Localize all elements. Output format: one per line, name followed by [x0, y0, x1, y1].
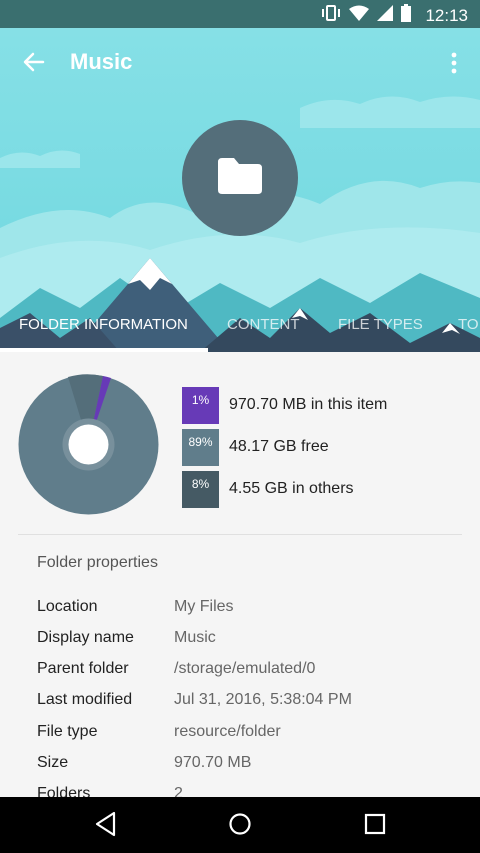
legend-swatch-free: 89%: [182, 428, 219, 466]
storage-donut-chart: [18, 374, 159, 515]
legend-swatch-others: 8%: [182, 470, 219, 508]
storage-legend: 1% 970.70 MB in this item 89% 48.17 GB f…: [182, 384, 387, 510]
properties-heading: Folder properties: [37, 554, 158, 571]
battery-icon: [401, 4, 412, 27]
property-key: Size: [37, 754, 69, 771]
property-value: 970.70 MB: [174, 754, 252, 771]
signal-icon: [377, 5, 394, 26]
wifi-icon: [349, 5, 370, 26]
legend-label-item: 970.70 MB in this item: [229, 396, 388, 413]
legend-label-others: 4.55 GB in others: [229, 480, 354, 497]
legend-row-others: 8% 4.55 GB in others: [182, 468, 387, 510]
property-value: My Files: [174, 598, 234, 615]
property-key: Location: [37, 598, 98, 615]
home-circle-icon[interactable]: [228, 811, 252, 837]
app-bar: Music: [0, 28, 480, 98]
property-key: Last modified: [37, 691, 133, 708]
tab-indicator: [0, 348, 208, 352]
property-key: Parent folder: [37, 660, 129, 677]
tab-folder-information[interactable]: FOLDER INFORMATION: [19, 316, 188, 333]
property-value: Jul 31, 2016, 5:38:04 PM: [174, 691, 352, 708]
system-nav-bar: [0, 797, 480, 853]
more-vert-icon: [451, 52, 457, 74]
tab-partial[interactable]: TO: [458, 316, 479, 333]
back-button[interactable]: [18, 46, 50, 78]
property-value: /storage/emulated/0: [174, 660, 316, 677]
status-bar: 12:13: [0, 0, 480, 28]
tab-bar: FOLDER INFORMATION CONTENT FILE TYPES TO: [0, 300, 480, 352]
divider: [18, 534, 462, 535]
legend-swatch-item: 1%: [182, 386, 219, 424]
property-key: Display name: [37, 629, 134, 646]
legend-row-item: 1% 970.70 MB in this item: [182, 384, 387, 426]
recents-square-icon[interactable]: [363, 811, 387, 837]
overflow-menu-button[interactable]: [442, 48, 466, 78]
arrow-left-icon: [23, 52, 45, 72]
legend-label-free: 48.17 GB free: [229, 438, 329, 455]
tab-file-types[interactable]: FILE TYPES: [338, 316, 423, 333]
property-value: resource/folder: [174, 723, 281, 740]
folder-avatar: [182, 120, 298, 236]
back-triangle-icon[interactable]: [94, 811, 118, 837]
vibrate-icon: [321, 4, 341, 27]
property-value: Music: [174, 629, 216, 646]
folder-information-panel: 1% 970.70 MB in this item 89% 48.17 GB f…: [0, 352, 480, 798]
clock: 12:13: [425, 5, 468, 25]
legend-row-free: 89% 48.17 GB free: [182, 426, 387, 468]
tab-content[interactable]: CONTENT: [227, 316, 300, 333]
page-title: Music: [70, 49, 133, 74]
folder-icon: [218, 158, 262, 194]
property-key: File type: [37, 723, 98, 740]
